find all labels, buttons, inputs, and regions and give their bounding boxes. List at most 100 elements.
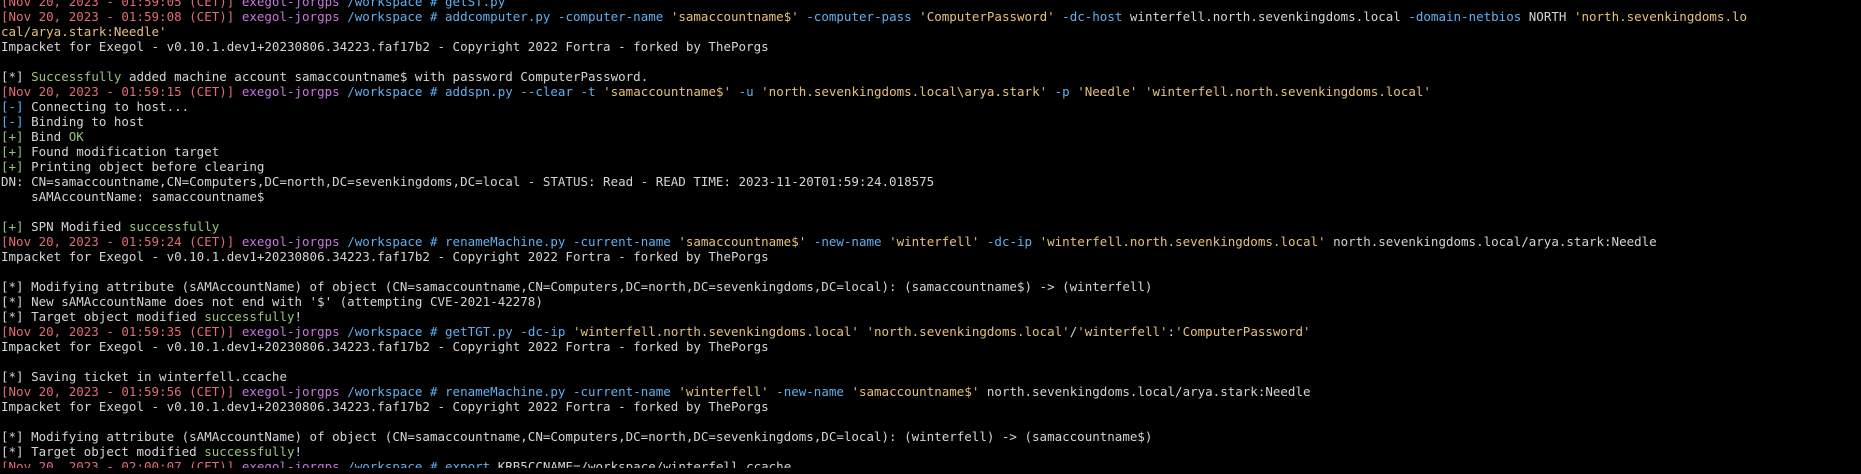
terminal-text-string: 'winterfell' bbox=[678, 384, 777, 399]
terminal-line: [+] Bind OK bbox=[1, 129, 1861, 144]
terminal-text-user: exegol-jorgps bbox=[241, 459, 348, 468]
terminal-text-flag: -p bbox=[1054, 84, 1078, 99]
terminal-line: [-] Binding to host bbox=[1, 114, 1861, 129]
terminal-text-success: successfully bbox=[128, 219, 220, 234]
terminal-line: [*] Successfully added machine account s… bbox=[1, 69, 1861, 84]
terminal-line: [*] Modifying attribute (sAMAccountName)… bbox=[1, 429, 1861, 444]
terminal-text-string: 'winterfell' bbox=[1077, 324, 1168, 339]
terminal-text-string: 'Needle' bbox=[1077, 84, 1145, 99]
terminal-text-success: successfully bbox=[204, 309, 295, 324]
terminal-text-string: 'samaccountname$' bbox=[678, 234, 814, 249]
terminal-text-path: /workspace # bbox=[347, 0, 446, 9]
terminal-text-string: 'winterfell.north.sevenkingdoms.local' bbox=[1039, 234, 1334, 249]
terminal-line: cal/arya.stark:Needle' bbox=[1, 24, 1861, 39]
terminal-text-string: 'winterfell.north.sevenkingdoms.local' bbox=[572, 324, 867, 339]
terminal-text-timestamp: [Nov 20, 2023 - 02:00:07 (CET)] bbox=[1, 459, 242, 468]
terminal-line: [Nov 20, 2023 - 01:59:35 (CET)] exegol-j… bbox=[1, 324, 1861, 339]
terminal-text-string: 'winterfell.north.sevenkingdoms.local' bbox=[1144, 84, 1431, 99]
terminal-text-command: addcomputer.py bbox=[445, 9, 558, 24]
terminal-text-bracket: [-] bbox=[1, 99, 32, 114]
terminal-text-default: [*] Target object modified bbox=[1, 309, 205, 324]
terminal-text-path: /workspace # bbox=[347, 324, 446, 339]
terminal-text-path: /workspace # bbox=[347, 9, 446, 24]
terminal-text-path: /workspace # bbox=[347, 384, 446, 399]
terminal-text-default: Binding to host bbox=[31, 114, 144, 129]
terminal-text-success: [+] bbox=[1, 129, 32, 144]
terminal-text-default: Impacket for Exegol - v0.10.1.dev1+20230… bbox=[1, 339, 769, 354]
terminal-text-path: /workspace # bbox=[347, 234, 446, 249]
terminal-text-flag: -computer-pass bbox=[806, 9, 920, 24]
terminal-line: [Nov 20, 2023 - 01:59:05 (CET)] exegol-j… bbox=[1, 0, 1861, 9]
terminal-text-path: /workspace # bbox=[347, 84, 446, 99]
terminal-text-success: successfully bbox=[204, 444, 295, 459]
terminal-text-timestamp: [Nov 20, 2023 - 01:59:24 (CET)] bbox=[1, 234, 242, 249]
terminal-text-string: 'north.sevenkingdoms.local\arya.stark' bbox=[761, 84, 1055, 99]
terminal-text-default: Printing object before clearing bbox=[31, 159, 265, 174]
terminal-text-string: 'north.sevenkingdoms.local' bbox=[866, 324, 1070, 339]
terminal-text-default: ! bbox=[294, 309, 303, 324]
terminal-text-flag: -dc-host bbox=[1062, 9, 1130, 24]
terminal-text-default: [*] bbox=[1, 69, 32, 84]
terminal-text-string: 'samaccountname$' bbox=[603, 84, 739, 99]
terminal-text-plain: north.sevenkingdoms.local/arya.stark:Nee… bbox=[1333, 234, 1657, 249]
terminal-text-string: cal/arya.stark:Needle' bbox=[1, 24, 167, 39]
terminal-text-flag: --clear bbox=[520, 84, 581, 99]
terminal-text-default: [*] Saving ticket in winterfell.ccache bbox=[1, 369, 287, 384]
terminal-text-default: [*] Modifying attribute (sAMAccountName)… bbox=[1, 279, 1153, 294]
terminal-text-user: exegol-jorgps bbox=[241, 324, 348, 339]
terminal-text-default: Impacket for Exegol - v0.10.1.dev1+20230… bbox=[1, 399, 769, 414]
terminal-text-flag: -dc-ip bbox=[986, 234, 1040, 249]
terminal-text-flag: -dc-ip bbox=[520, 324, 573, 339]
terminal-text-default: Connecting to host... bbox=[31, 99, 190, 114]
terminal-text-timestamp: [Nov 20, 2023 - 01:59:05 (CET)] bbox=[1, 0, 242, 9]
terminal-text-user: exegol-jorgps bbox=[241, 234, 348, 249]
terminal-text-string: 'samaccountname$' bbox=[851, 384, 987, 399]
terminal-line: [Nov 20, 2023 - 01:59:56 (CET)] exegol-j… bbox=[1, 384, 1861, 399]
terminal-text-user: exegol-jorgps bbox=[241, 9, 348, 24]
terminal-text-command: renameMachine.py bbox=[445, 234, 573, 249]
terminal-line: Impacket for Exegol - v0.10.1.dev1+20230… bbox=[1, 249, 1861, 264]
terminal-text-plain: KRB5CCNAME=/workspace/winterfell.ccache bbox=[497, 459, 792, 468]
terminal-text-flag: -computer-name bbox=[557, 9, 671, 24]
terminal-text-user: exegol-jorgps bbox=[241, 384, 348, 399]
terminal-text-command: addspn.py bbox=[445, 84, 521, 99]
terminal-text-default: [*] Target object modified bbox=[1, 444, 205, 459]
terminal-text-default: added machine account samaccountname$ wi… bbox=[121, 69, 649, 84]
terminal-line: [*] Modifying attribute (sAMAccountName)… bbox=[1, 279, 1861, 294]
terminal-text-success: [+] bbox=[1, 144, 32, 159]
terminal-text-flag: -t bbox=[580, 84, 604, 99]
terminal-line: [Nov 20, 2023 - 01:59:15 (CET)] exegol-j… bbox=[1, 84, 1861, 99]
terminal-text-plain: winterfell.north.sevenkingdoms.local bbox=[1129, 9, 1409, 24]
terminal-text-command: getTGT.py bbox=[445, 324, 521, 339]
terminal-text-flag: -domain-netbios bbox=[1408, 9, 1529, 24]
terminal-text-default: SPN Modified bbox=[31, 219, 129, 234]
terminal-text-success: [+] bbox=[1, 159, 32, 174]
terminal-output[interactable]: [Nov 20, 2023 - 01:59:05 (CET)] exegol-j… bbox=[0, 0, 1861, 468]
terminal-line: Impacket for Exegol - v0.10.1.dev1+20230… bbox=[1, 399, 1861, 414]
terminal-text-timestamp: [Nov 20, 2023 - 01:59:56 (CET)] bbox=[1, 384, 242, 399]
terminal-text-user: exegol-jorgps bbox=[241, 84, 348, 99]
terminal-text-user: exegol-jorgps bbox=[241, 0, 348, 9]
terminal-text-default: Bind bbox=[31, 129, 69, 144]
terminal-text-success: [+] bbox=[1, 219, 32, 234]
terminal-line: Impacket for Exegol - v0.10.1.dev1+20230… bbox=[1, 339, 1861, 354]
terminal-text-default: [*] Modifying attribute (sAMAccountName)… bbox=[1, 429, 1153, 444]
terminal-line: [Nov 20, 2023 - 01:59:08 (CET)] exegol-j… bbox=[1, 9, 1861, 24]
terminal-line: [Nov 20, 2023 - 01:59:24 (CET)] exegol-j… bbox=[1, 234, 1861, 249]
terminal-line: [*] Target object modified successfully! bbox=[1, 309, 1861, 324]
terminal-text-path: /workspace # bbox=[347, 459, 446, 468]
terminal-text-command: export bbox=[445, 459, 498, 468]
terminal-text-default: ! bbox=[294, 444, 303, 459]
terminal-text-timestamp: [Nov 20, 2023 - 01:59:15 (CET)] bbox=[1, 84, 242, 99]
terminal-text-string: 'samaccountname$' bbox=[670, 9, 807, 24]
terminal-line: [+] SPN Modified successfully bbox=[1, 219, 1861, 234]
terminal-text-default: [*] New sAMAccountName does not end with… bbox=[1, 294, 543, 309]
terminal-text-command: getST.py bbox=[445, 0, 506, 9]
terminal-line: Impacket for Exegol - v0.10.1.dev1+20230… bbox=[1, 39, 1861, 54]
terminal-line: [+] Found modification target bbox=[1, 144, 1861, 159]
terminal-line: [-] Connecting to host... bbox=[1, 99, 1861, 114]
